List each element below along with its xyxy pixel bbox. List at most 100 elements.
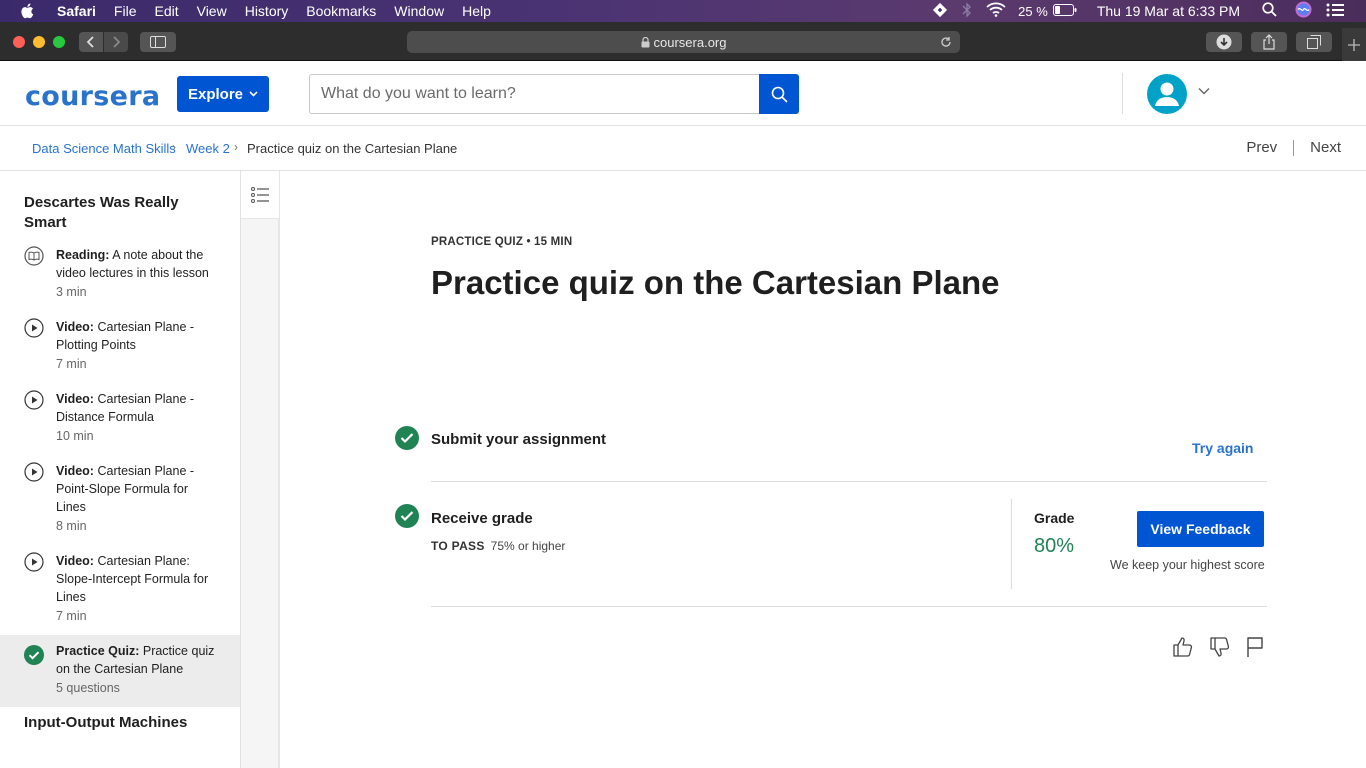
sidebar-item-video[interactable]: Video: Cartesian Plane - Distance Formul… bbox=[0, 387, 240, 457]
outline-rail bbox=[241, 171, 280, 768]
bluetooth-icon[interactable] bbox=[962, 1, 972, 21]
siri-icon[interactable] bbox=[1295, 1, 1312, 21]
site-header: coursera Explore What do you want to lea… bbox=[0, 61, 1366, 126]
to-pass-label: TO PASS bbox=[431, 539, 485, 553]
to-pass-value: 75% or higher bbox=[490, 539, 566, 553]
sidebar-item-text: Practice Quiz: Practice quiz on the Cart… bbox=[56, 644, 215, 676]
sidebar-item-duration: 10 min bbox=[56, 429, 94, 443]
list-icon bbox=[251, 186, 269, 203]
address-bar[interactable]: coursera.org bbox=[407, 31, 960, 53]
toggle-outline-button[interactable] bbox=[241, 171, 279, 219]
pass-requirement: TO PASS 75% or higher bbox=[431, 539, 565, 553]
sidebar-item-text: Reading: A note about the video lectures… bbox=[56, 248, 209, 280]
reload-icon[interactable] bbox=[940, 36, 952, 48]
diamond-status-icon[interactable] bbox=[932, 2, 948, 21]
search-button[interactable] bbox=[759, 74, 799, 114]
check-circle-icon bbox=[24, 645, 44, 665]
breadcrumb: Data Science Math Skills › Week 2 › Prac… bbox=[0, 126, 1366, 171]
plus-icon bbox=[1348, 38, 1360, 51]
sidebar-item-video[interactable]: Video: Cartesian Plane - Plotting Points… bbox=[0, 315, 240, 385]
breadcrumb-course-link[interactable]: Data Science Math Skills bbox=[32, 141, 176, 156]
menu-history[interactable]: History bbox=[236, 0, 298, 22]
menu-help[interactable]: Help bbox=[453, 0, 500, 22]
menu-view[interactable]: View bbox=[188, 0, 236, 22]
maximize-window-button[interactable] bbox=[53, 36, 65, 48]
tabs-overview-button[interactable] bbox=[1296, 32, 1332, 52]
search-input[interactable]: What do you want to learn? bbox=[309, 74, 760, 114]
header-divider bbox=[1122, 73, 1123, 114]
sidebar-item-reading[interactable]: Reading: A note about the video lectures… bbox=[0, 243, 240, 313]
account-menu-chevron-icon[interactable] bbox=[1198, 87, 1210, 95]
lock-icon bbox=[641, 36, 649, 47]
next-link[interactable]: Next bbox=[1310, 139, 1341, 156]
lesson-title: Descartes Was Really Smart bbox=[24, 194, 179, 231]
avatar[interactable] bbox=[1147, 74, 1187, 114]
user-icon bbox=[1155, 82, 1179, 106]
coursera-logo[interactable]: coursera bbox=[25, 81, 160, 112]
chevron-left-icon bbox=[86, 36, 94, 48]
apple-logo-icon[interactable] bbox=[20, 3, 34, 19]
sidebar-item-text: Video: Cartesian Plane - Distance Formul… bbox=[56, 392, 195, 424]
sidebar-item-duration: 3 min bbox=[56, 285, 87, 299]
menu-window[interactable]: Window bbox=[385, 0, 453, 22]
battery-icon[interactable] bbox=[1052, 3, 1077, 19]
share-button[interactable] bbox=[1251, 32, 1287, 52]
breadcrumb-current: Practice quiz on the Cartesian Plane bbox=[247, 141, 458, 156]
sidebar-item-text: Video: Cartesian Plane: Slope-Intercept … bbox=[56, 554, 209, 604]
prev-next-nav: Prev Next bbox=[1246, 139, 1341, 156]
new-tab-button[interactable] bbox=[1342, 28, 1366, 61]
submit-check-icon bbox=[395, 426, 419, 450]
flag-icon[interactable] bbox=[1243, 635, 1267, 659]
menu-file[interactable]: File bbox=[105, 0, 146, 22]
browser-toolbar: coursera.org bbox=[0, 22, 1366, 61]
view-feedback-button[interactable]: View Feedback bbox=[1137, 511, 1264, 547]
chevron-right-icon bbox=[113, 36, 121, 48]
minimize-window-button[interactable] bbox=[33, 36, 45, 48]
submit-assignment-label: Submit your assignment bbox=[431, 431, 607, 448]
menu-edit[interactable]: Edit bbox=[145, 0, 187, 22]
back-button[interactable] bbox=[79, 32, 103, 52]
course-outline-sidebar: Descartes Was Really Smart Reading: A no… bbox=[0, 171, 241, 768]
download-icon bbox=[1216, 34, 1232, 50]
item-kicker: PRACTICE QUIZ • 15 MIN bbox=[431, 236, 573, 248]
book-icon bbox=[24, 246, 44, 266]
control-center-icon[interactable] bbox=[1326, 3, 1344, 20]
menu-bookmarks[interactable]: Bookmarks bbox=[297, 0, 385, 22]
play-icon bbox=[24, 462, 44, 482]
share-icon bbox=[1263, 34, 1275, 50]
macos-menu-bar: Safari File Edit View History Bookmarks … bbox=[0, 0, 1366, 22]
wifi-icon[interactable] bbox=[986, 2, 1006, 20]
breadcrumb-week-link[interactable]: Week 2 bbox=[186, 141, 230, 156]
divider bbox=[431, 606, 1267, 607]
downloads-button[interactable] bbox=[1206, 32, 1242, 52]
try-again-link[interactable]: Try again bbox=[1192, 440, 1253, 456]
sidebar-item-duration: 5 questions bbox=[56, 681, 120, 695]
sidebar-item-video[interactable]: Video: Cartesian Plane: Slope-Intercept … bbox=[0, 549, 240, 635]
next-lesson-title[interactable]: Input-Output Machines bbox=[24, 713, 224, 733]
highest-score-note: We keep your highest score bbox=[1110, 558, 1265, 572]
sidebar-item-duration: 7 min bbox=[56, 357, 87, 371]
sidebar-toggle-button[interactable] bbox=[140, 32, 176, 52]
close-window-button[interactable] bbox=[13, 36, 25, 48]
menu-safari[interactable]: Safari bbox=[48, 0, 105, 22]
thumbs-up-icon[interactable] bbox=[1171, 635, 1195, 659]
sidebar-icon bbox=[150, 36, 166, 48]
spotlight-search-icon[interactable] bbox=[1262, 2, 1277, 20]
receive-grade-label: Receive grade bbox=[431, 510, 533, 527]
clock[interactable]: Thu 19 Mar at 6:33 PM bbox=[1097, 3, 1240, 19]
grade-divider bbox=[1011, 499, 1012, 589]
prev-link[interactable]: Prev bbox=[1246, 139, 1277, 156]
grade-label: Grade bbox=[1034, 510, 1075, 526]
thumbs-down-icon[interactable] bbox=[1208, 635, 1232, 659]
search-placeholder: What do you want to learn? bbox=[321, 85, 516, 102]
play-icon bbox=[24, 552, 44, 572]
explore-button[interactable]: Explore bbox=[177, 76, 269, 112]
forward-button[interactable] bbox=[104, 32, 128, 52]
breadcrumb-chevron-icon: › bbox=[234, 140, 238, 154]
page-title: Practice quiz on the Cartesian Plane bbox=[431, 264, 1000, 301]
search-icon bbox=[771, 86, 788, 103]
sidebar-item-video[interactable]: Video: Cartesian Plane - Point-Slope For… bbox=[0, 459, 240, 547]
sidebar-item-duration: 8 min bbox=[56, 519, 87, 533]
sidebar-item-text: Video: Cartesian Plane - Point-Slope For… bbox=[56, 464, 195, 514]
sidebar-item-practice-quiz[interactable]: Practice Quiz: Practice quiz on the Cart… bbox=[0, 635, 240, 707]
